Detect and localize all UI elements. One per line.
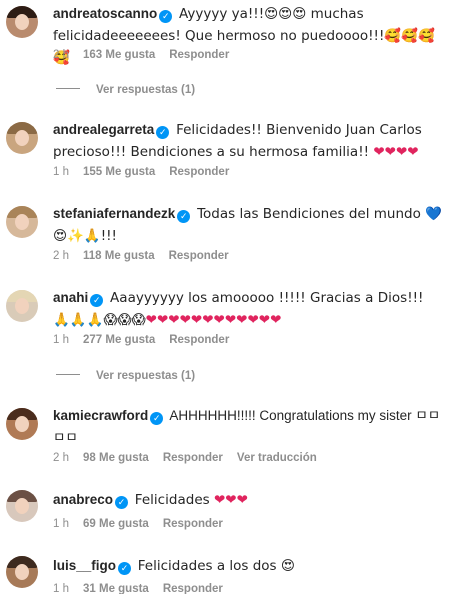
- avatar[interactable]: [6, 206, 38, 238]
- comment-text: Felicidades ❤❤❤: [134, 492, 248, 508]
- likes-count[interactable]: 155 Me gusta: [83, 166, 155, 178]
- reply-button[interactable]: Responder: [169, 334, 229, 346]
- comment-meta: 2 h 163 Me gusta Responder: [53, 49, 243, 61]
- view-replies-button[interactable]: Ver respuestas (1): [56, 84, 195, 96]
- comment-username[interactable]: stefaniafernandezk: [53, 206, 175, 221]
- comment-meta: 1 h 69 Me gusta Responder: [53, 518, 237, 530]
- view-replies-button[interactable]: Ver respuestas (1): [56, 370, 195, 382]
- reply-button[interactable]: Responder: [169, 49, 229, 61]
- verified-badge-icon: ✓: [118, 562, 132, 575]
- reply-button[interactable]: Responder: [169, 166, 229, 178]
- comment-username[interactable]: anabreco: [53, 492, 113, 507]
- comment-meta: 1 h 31 Me gusta Responder: [53, 583, 237, 594]
- translate-button[interactable]: Ver traducción: [237, 452, 317, 464]
- avatar[interactable]: [6, 490, 38, 522]
- comment-text: Aaayyyyyy los amooooo !!!!! Gracias a Di…: [53, 290, 424, 328]
- avatar[interactable]: [6, 122, 38, 154]
- verified-badge-icon: ✓: [177, 210, 191, 223]
- verified-badge-icon: ✓: [115, 496, 129, 509]
- comment-meta: 2 h 118 Me gusta Responder: [53, 250, 243, 262]
- comment-time: 1 h: [53, 518, 69, 530]
- reply-button[interactable]: Responder: [163, 518, 223, 530]
- comment-time: 2 h: [53, 452, 69, 464]
- comment-time: 1 h: [53, 166, 69, 178]
- comment-time: 1 h: [53, 583, 69, 594]
- likes-count[interactable]: 98 Me gusta: [83, 452, 149, 464]
- comment-meta: 2 h 98 Me gusta Responder Ver traducción: [53, 452, 331, 464]
- comment-meta: 1 h 155 Me gusta Responder: [53, 166, 243, 178]
- reply-button[interactable]: Responder: [163, 583, 223, 594]
- verified-badge-icon: ✓: [150, 412, 164, 425]
- likes-count[interactable]: 163 Me gusta: [83, 49, 155, 61]
- comment-username[interactable]: luis__figo: [53, 558, 116, 573]
- reply-button[interactable]: Responder: [163, 452, 223, 464]
- replies-divider: [56, 374, 80, 375]
- verified-badge-icon: ✓: [156, 126, 170, 139]
- comment-time: 2 h: [53, 49, 69, 61]
- likes-count[interactable]: 118 Me gusta: [83, 250, 155, 262]
- comment-time: 2 h: [53, 250, 69, 262]
- verified-badge-icon: ✓: [90, 294, 104, 307]
- comment-text: Felicidades a los dos 😍: [137, 558, 295, 574]
- avatar[interactable]: [6, 290, 38, 322]
- replies-divider: [56, 88, 80, 89]
- comment-username[interactable]: andreatoscanno: [53, 6, 157, 21]
- reply-button[interactable]: Responder: [169, 250, 229, 262]
- comment-time: 1 h: [53, 334, 69, 346]
- likes-count[interactable]: 69 Me gusta: [83, 518, 149, 530]
- comment-username[interactable]: anahi: [53, 290, 88, 305]
- avatar[interactable]: [6, 6, 38, 38]
- verified-badge-icon: ✓: [159, 10, 173, 23]
- comment-username[interactable]: kamiecrawford: [53, 408, 148, 423]
- comment-username[interactable]: andrealegarreta: [53, 122, 154, 137]
- avatar[interactable]: [6, 408, 38, 440]
- avatar[interactable]: [6, 556, 38, 588]
- likes-count[interactable]: 31 Me gusta: [83, 583, 149, 594]
- comment-meta: 1 h 277 Me gusta Responder: [53, 334, 243, 346]
- likes-count[interactable]: 277 Me gusta: [83, 334, 155, 346]
